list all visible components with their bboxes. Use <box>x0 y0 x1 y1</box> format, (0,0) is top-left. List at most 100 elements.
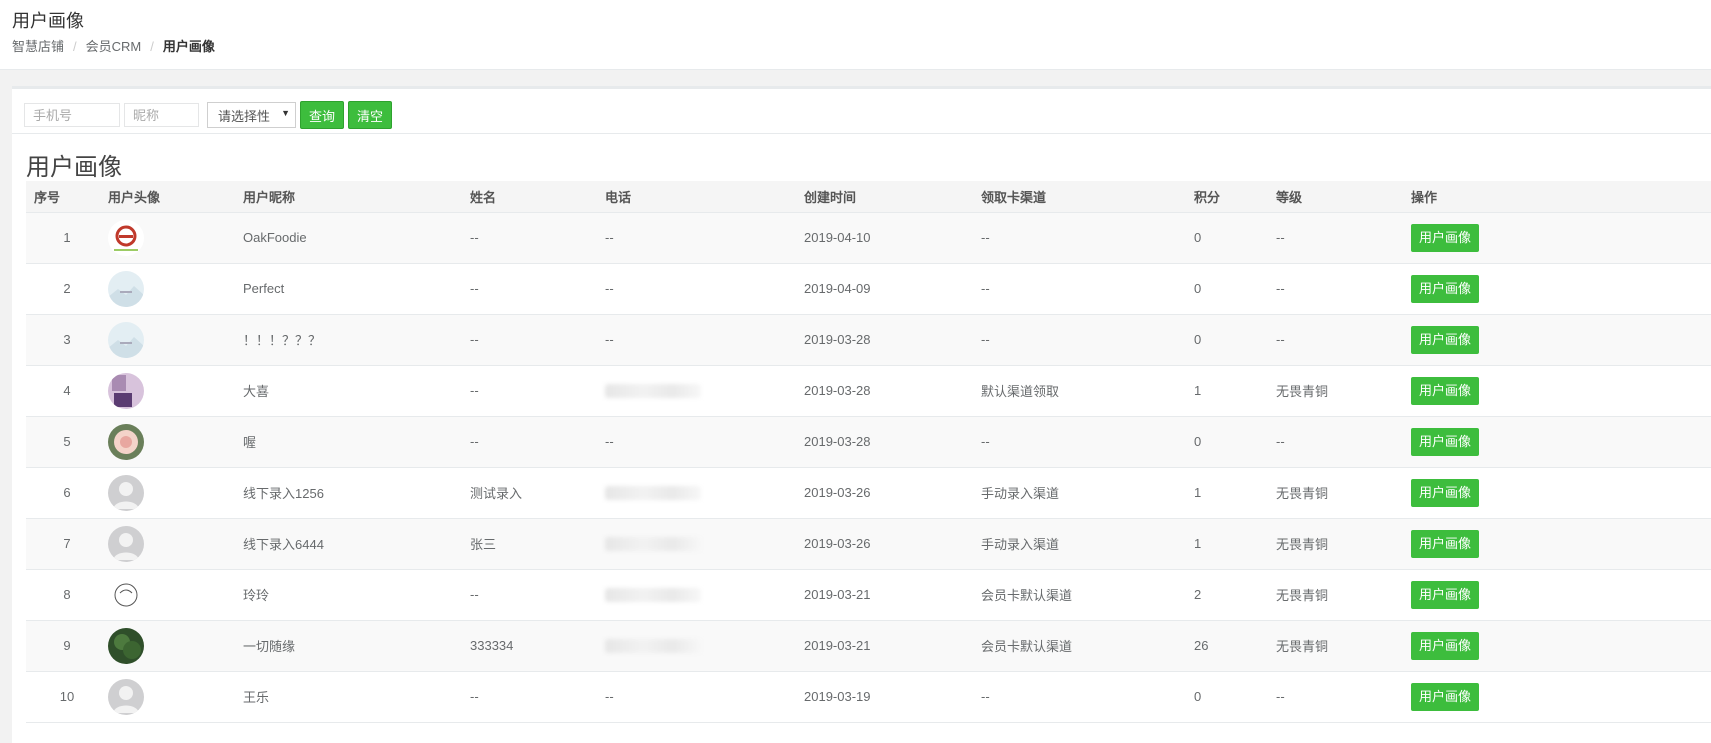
cell-phone: -- <box>605 281 614 296</box>
cell-avatar <box>108 620 243 671</box>
cell-level: 无畏青铜 <box>1276 537 1329 552</box>
cell-points: 1 <box>1194 383 1202 398</box>
user-profile-button[interactable]: 用户画像 <box>1411 478 1480 507</box>
col-header-level: 等级 <box>1276 181 1411 213</box>
cell-channel: 默认渠道领取 <box>981 384 1060 399</box>
cell-channel: -- <box>981 230 990 245</box>
cell-level: -- <box>1276 230 1285 245</box>
table-header-row: 序号 用户头像 用户昵称 姓名 电话 创建时间 领取卡渠道 积分 等级 操作 <box>26 181 1711 213</box>
col-header-channel: 领取卡渠道 <box>981 181 1194 213</box>
cell-nickname: ！！！？？？ <box>243 333 322 348</box>
redacted-phone <box>605 384 701 399</box>
cell-created: 2019-03-26 <box>804 485 871 500</box>
user-profile-button[interactable]: 用户画像 <box>1411 529 1480 558</box>
user-profile-button[interactable]: 用户画像 <box>1411 631 1480 660</box>
gender-select-value: 请选择性 <box>218 108 271 124</box>
cell-channel: -- <box>981 332 990 347</box>
cell-avatar <box>108 314 243 365</box>
cell-created: 2019-03-26 <box>804 536 871 551</box>
gender-select[interactable]: 请选择性 ▼ <box>207 102 296 128</box>
cell-nickname: Perfect <box>243 281 285 296</box>
cell-nickname: 玲玲 <box>243 588 270 603</box>
breadcrumb-item-store[interactable]: 智慧店铺 <box>12 39 64 54</box>
cell-level: 无畏青铜 <box>1276 588 1329 603</box>
cell-action: 用户画像 <box>1411 518 1711 569</box>
cell-level: 无畏青铜 <box>1276 639 1329 654</box>
cell-points: 0 <box>1194 332 1202 347</box>
sketch-avatar <box>108 576 144 613</box>
cell-points: 26 <box>1194 638 1209 653</box>
clear-button[interactable]: 清空 <box>348 101 393 129</box>
landscape-avatar <box>108 321 144 358</box>
cell-phone: -- <box>605 434 614 449</box>
cell-no: 5 <box>63 434 71 449</box>
tree-avatar <box>108 627 144 664</box>
cell-nickname: 一切随缘 <box>243 639 296 654</box>
cell-name: -- <box>470 434 479 449</box>
table-row: 4 大喜 -- 2019-03-28 默认渠道领取 1 无畏青铜 用户画像 <box>26 365 1711 416</box>
col-header-created: 创建时间 <box>804 181 981 213</box>
table-row: 1 OakFoodie -- -- 2019-04-10 -- 0 -- 用户画像 <box>26 212 1711 263</box>
user-profile-button[interactable]: 用户画像 <box>1411 325 1480 354</box>
breadcrumb-item-crm[interactable]: 会员CRM <box>86 39 142 54</box>
cell-no: 10 <box>59 689 75 704</box>
cell-no: 7 <box>63 536 71 551</box>
cell-level: -- <box>1276 332 1285 347</box>
cell-level: -- <box>1276 281 1285 296</box>
cell-channel: 会员卡默认渠道 <box>981 639 1073 654</box>
col-header-action: 操作 <box>1411 181 1711 213</box>
cell-created: 2019-04-09 <box>804 281 871 296</box>
cell-phone <box>605 365 804 416</box>
cell-points: 1 <box>1194 536 1202 551</box>
user-profile-button[interactable]: 用户画像 <box>1411 427 1480 456</box>
cell-level: -- <box>1276 689 1285 704</box>
cell-phone <box>605 518 804 569</box>
default-avatar <box>108 678 144 715</box>
user-profile-button[interactable]: 用户画像 <box>1411 223 1480 252</box>
cell-avatar <box>108 569 243 620</box>
breadcrumb-separator: / <box>73 39 77 54</box>
cell-phone <box>605 620 804 671</box>
cell-created: 2019-03-21 <box>804 638 871 653</box>
col-header-points: 积分 <box>1194 181 1276 213</box>
redacted-phone <box>605 639 701 654</box>
col-header-phone: 电话 <box>605 181 804 213</box>
col-header-no: 序号 <box>26 181 108 213</box>
phone-input[interactable] <box>24 103 120 127</box>
cell-name: -- <box>470 281 479 296</box>
cell-channel: 会员卡默认渠道 <box>981 588 1073 603</box>
cell-name: -- <box>470 332 479 347</box>
user-profile-button[interactable]: 用户画像 <box>1411 376 1480 405</box>
cell-action: 用户画像 <box>1411 467 1711 518</box>
cell-name: -- <box>470 383 479 398</box>
nickname-input[interactable] <box>124 103 199 127</box>
cell-avatar <box>108 212 243 263</box>
cell-phone: -- <box>605 332 614 347</box>
logo-avatar <box>108 219 144 256</box>
page-title: 用户画像 <box>12 11 84 31</box>
cell-no: 3 <box>63 332 71 347</box>
table-row: 7 线下录入6444 张三 2019-03-26 手动录入渠道 1 无畏青铜 用户画像 <box>26 518 1711 569</box>
user-profile-button[interactable]: 用户画像 <box>1411 682 1480 711</box>
cell-points: 0 <box>1194 281 1202 296</box>
cell-nickname: 王乐 <box>243 690 270 705</box>
cell-nickname: 喔 <box>243 435 257 450</box>
breadcrumb-item-current: 用户画像 <box>162 39 215 54</box>
cell-level: -- <box>1276 434 1285 449</box>
cell-points: 0 <box>1194 434 1202 449</box>
cell-avatar <box>108 263 243 314</box>
cell-nickname: 线下录入6444 <box>243 537 324 552</box>
user-table: 序号 用户头像 用户昵称 姓名 电话 创建时间 领取卡渠道 积分 等级 操作 1… <box>26 181 1711 723</box>
cell-phone <box>605 569 804 620</box>
cell-action: 用户画像 <box>1411 365 1711 416</box>
query-button[interactable]: 查询 <box>300 101 345 129</box>
col-header-nickname: 用户昵称 <box>243 181 470 213</box>
table-row: 6 线下录入1256 测试录入 2019-03-26 手动录入渠道 1 无畏青铜 用户画像 <box>26 467 1711 518</box>
table-row: 8 玲玲 -- 2019-03-21 会员卡默认渠道 2 无畏青铜 用户画像 <box>26 569 1711 620</box>
cell-level: 无畏青铜 <box>1276 486 1329 501</box>
user-profile-button[interactable]: 用户画像 <box>1411 274 1480 303</box>
cell-phone <box>605 467 804 518</box>
cell-level: 无畏青铜 <box>1276 384 1329 399</box>
page-header: 用户画像 智慧店铺 / 会员CRM / 用户画像 <box>0 0 1711 70</box>
user-profile-button[interactable]: 用户画像 <box>1411 580 1480 609</box>
